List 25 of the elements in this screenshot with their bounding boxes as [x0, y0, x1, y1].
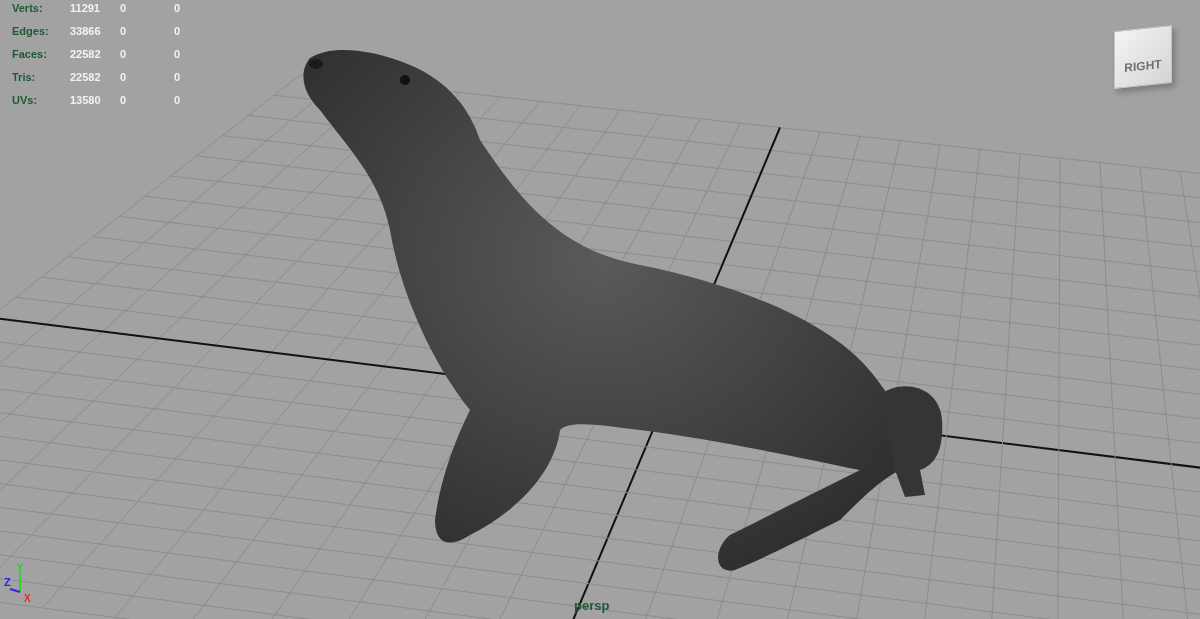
stat-value: 0	[120, 93, 128, 108]
camera-label: persp	[574, 598, 610, 613]
stat-value: 0	[120, 24, 128, 39]
stat-value: 0	[174, 93, 182, 108]
view-cube[interactable]: RIGHT	[1114, 24, 1172, 90]
axis-gizmo-drawing: Y Z X	[0, 562, 40, 612]
stat-value: 0	[120, 70, 128, 85]
stat-value: 0	[120, 47, 128, 62]
stat-value: 33866	[70, 24, 102, 39]
seal-model-drawing[interactable]	[303, 49, 943, 571]
stat-label: Edges:	[12, 24, 50, 39]
stat-label: Verts:	[12, 1, 44, 16]
stat-label: Tris:	[12, 70, 37, 85]
stat-label: Faces:	[12, 47, 48, 62]
stat-value: 22582	[70, 70, 102, 85]
stat-value: 11291	[70, 1, 101, 16]
stat-value: 0	[174, 47, 182, 62]
stat-value: 0	[174, 24, 182, 39]
viewport[interactable]: Verts: 11291 0 0 Edges: 33866 0 0 Faces: 22582 0 0 Tris: 22582 0 0 UVs: 13580 0 0 RIGHT Y Z X persp	[0, 0, 1200, 619]
stat-value: 0	[174, 70, 182, 85]
stat-value: 0	[174, 1, 182, 16]
stat-value: 13580	[70, 93, 102, 108]
stat-value: 22582	[70, 47, 102, 62]
stat-label: UVs:	[12, 93, 39, 108]
stat-value: 0	[120, 1, 128, 16]
